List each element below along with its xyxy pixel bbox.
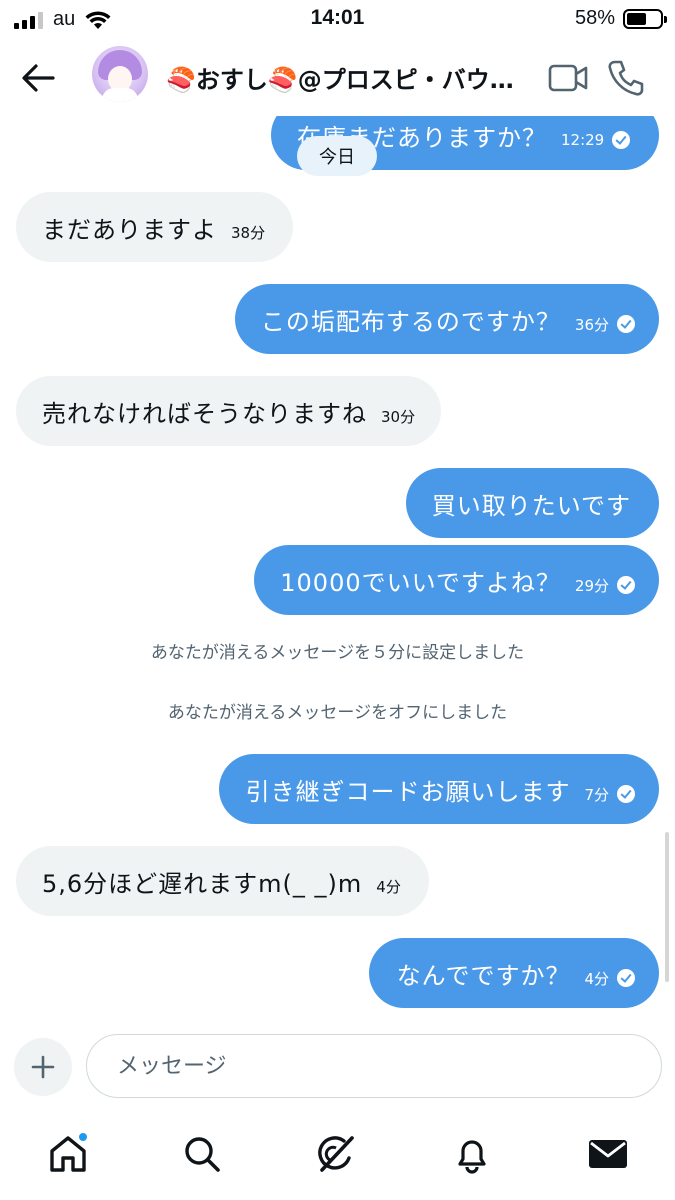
read-check-icon [617, 969, 635, 987]
search-icon [185, 1137, 220, 1172]
message-time: 4分 [584, 969, 609, 988]
battery-icon [623, 8, 667, 29]
read-check-icon [612, 131, 631, 149]
video-call-button[interactable] [548, 60, 588, 96]
tab-search[interactable] [178, 1130, 226, 1178]
message-time: 29分 [574, 576, 609, 595]
message-bubble-outgoing[interactable]: 買い取りたいです [405, 468, 659, 538]
system-message: あなたが消えるメッセージをオフにしました [167, 703, 508, 723]
message-text: 売れなければそうなりますね [42, 399, 367, 428]
battery-percent: 58% [574, 7, 615, 29]
tab-home[interactable] [44, 1130, 92, 1178]
read-check-icon [617, 315, 635, 333]
tab-notifications[interactable] [448, 1130, 496, 1178]
message-bubble-outgoing[interactable]: この垢配布するのですか？ 36分 [234, 284, 659, 354]
notifications-icon [458, 1140, 486, 1174]
messages-icon [589, 1140, 627, 1168]
message-time: 4分 [376, 877, 401, 896]
scrollbar[interactable] [665, 832, 669, 982]
message-bubble-incoming[interactable]: 売れなければそうなりますね 30分 [16, 376, 442, 446]
back-arrow-icon [22, 64, 55, 92]
message-text: 買い取りたいです [431, 491, 631, 520]
message-time: 12:29 [561, 131, 605, 149]
message-text: この垢配布するのですか？ [260, 307, 561, 336]
message-input[interactable] [86, 1034, 662, 1098]
message-bubble-incoming[interactable]: 5,6分ほど遅れますm(_ _)m 4分 [16, 846, 429, 916]
message-bubble-outgoing[interactable]: なんでですか？ 4分 [368, 938, 659, 1008]
video-call-icon [548, 64, 588, 92]
message-text: まだありますよ [42, 215, 217, 244]
message-bubble-outgoing[interactable]: 10000でいいですよね？ 29分 [254, 545, 659, 615]
message-text: 5,6分ほど遅れますm(_ _)m [42, 869, 363, 898]
conversation-header: 🍣おすし🍣@プロスピ・バウ… [0, 40, 675, 116]
grok-icon [318, 1136, 354, 1172]
status-right: 58% [574, 7, 667, 30]
bottom-tab-bar [0, 1110, 675, 1200]
message-text: 引き継ぎコードお願いします [245, 777, 571, 806]
phone-call-button[interactable] [606, 58, 646, 98]
status-bar: au 14:01 58% [0, 0, 675, 40]
tab-grok[interactable] [312, 1130, 360, 1178]
read-check-icon [617, 576, 635, 594]
message-time: 36分 [574, 315, 609, 334]
add-media-button[interactable] [14, 1038, 72, 1096]
message-bubble-incoming[interactable]: まだありますよ 38分 [16, 192, 294, 262]
message-text: なんでですか？ [396, 961, 571, 990]
date-separator: 今日 [297, 136, 377, 176]
status-time: 14:01 [310, 6, 365, 29]
message-bubble-outgoing[interactable]: 引き継ぎコードお願いします 7分 [219, 754, 659, 824]
message-composer [0, 1026, 675, 1110]
phone-call-icon [608, 60, 644, 96]
user-avatar[interactable] [92, 46, 148, 102]
system-message: あなたが消えるメッセージを５分に設定しました [150, 643, 525, 663]
contact-name[interactable]: 🍣おすし🍣@プロスピ・バウ… [166, 60, 526, 95]
message-time: 30分 [381, 407, 416, 426]
plus-icon [31, 1055, 55, 1079]
message-time: 7分 [584, 785, 609, 804]
message-text: 10000でいいですよね？ [280, 568, 561, 597]
message-list[interactable]: 今日 在庫まだありますか？ 12:29 まだありますよ 38分 この垢配布するの… [0, 116, 675, 1026]
notification-dot [78, 1132, 88, 1142]
message-time: 38分 [231, 223, 266, 242]
tab-messages[interactable] [584, 1130, 632, 1178]
back-button[interactable] [18, 58, 58, 98]
read-check-icon [617, 785, 635, 803]
